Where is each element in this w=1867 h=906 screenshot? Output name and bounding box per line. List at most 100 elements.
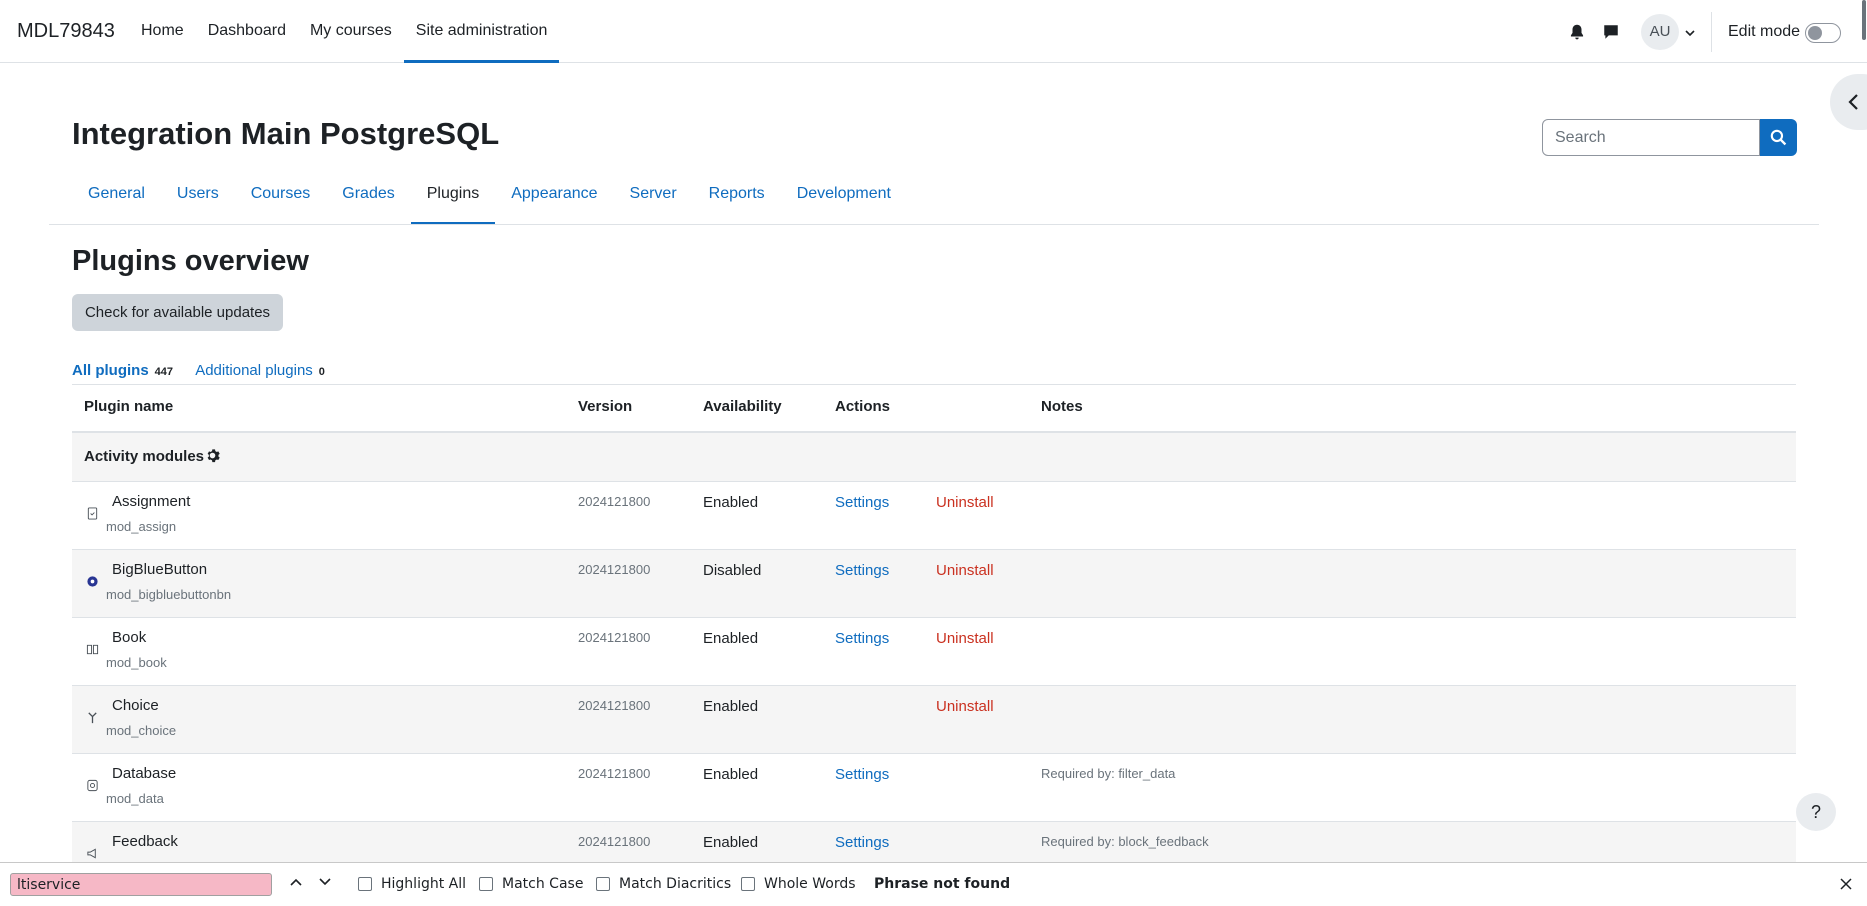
filters-divider — [72, 384, 1796, 385]
col-actions: Actions — [835, 398, 891, 415]
plugin-version: 2024121800 — [578, 630, 651, 645]
cog-icon[interactable] — [205, 448, 220, 463]
messages-chat-icon[interactable] — [1602, 23, 1620, 41]
filter-label: Additional plugins — [195, 362, 313, 379]
chevron-left-icon — [1848, 94, 1858, 110]
plugin-version: 2024121800 — [578, 698, 651, 713]
filter-all-plugins[interactable]: All plugins 447 — [72, 362, 173, 379]
table-row: Database mod_data 2024121800 Enabled Set… — [72, 754, 1796, 822]
settings-link[interactable]: Settings — [835, 834, 889, 851]
group-row-activity-modules: Activity modules — [72, 433, 1796, 482]
settings-link[interactable]: Settings — [835, 766, 889, 783]
settings-link[interactable]: Settings — [835, 630, 889, 647]
uninstall-link[interactable]: Uninstall — [936, 630, 994, 647]
site-brand[interactable]: MDL79843 — [17, 20, 115, 43]
check-updates-button[interactable]: Check for available updates — [72, 294, 283, 331]
table-row: Assignment mod_assign 2024121800 Enabled… — [72, 482, 1796, 550]
book-icon — [86, 644, 99, 655]
plugin-name: Choice — [112, 697, 159, 714]
table-header: Plugin name Version Availability Actions… — [72, 386, 1796, 433]
highlight-all-checkbox[interactable]: Highlight All — [358, 876, 466, 892]
nav-home[interactable]: Home — [129, 0, 196, 63]
nav-site-administration[interactable]: Site administration — [403, 0, 560, 63]
top-navbar: MDL79843 Home Dashboard My courses Site … — [0, 0, 1867, 63]
tab-general[interactable]: General — [72, 176, 161, 225]
search-icon — [1770, 129, 1787, 146]
plugin-availability: Enabled — [703, 834, 759, 851]
find-previous-chevron-up-icon[interactable] — [289, 875, 303, 889]
uninstall-link[interactable]: Uninstall — [936, 698, 994, 715]
toggle-knob — [1808, 26, 1822, 40]
checkbox-box[interactable] — [596, 877, 610, 891]
plugin-name: BigBlueButton — [112, 561, 208, 578]
checkbox-box[interactable] — [358, 877, 372, 891]
settings-link[interactable]: Settings — [835, 494, 889, 511]
close-icon[interactable] — [1838, 876, 1854, 892]
tab-users[interactable]: Users — [161, 176, 235, 225]
user-avatar[interactable]: AU — [1641, 14, 1679, 50]
database-icon — [87, 779, 98, 792]
plugin-notes: Required by: block_feedback — [1041, 834, 1209, 849]
navbar-divider — [1711, 12, 1712, 52]
plugin-availability: Disabled — [703, 562, 762, 579]
checkbox-label: Match Diacritics — [619, 876, 732, 892]
tab-grades[interactable]: Grades — [326, 176, 410, 225]
filter-label: All plugins — [72, 362, 149, 379]
primary-navigation: Home Dashboard My courses Site administr… — [129, 0, 560, 63]
edit-mode-label: Edit mode — [1728, 23, 1801, 40]
tab-development[interactable]: Development — [781, 176, 907, 225]
plugins-table: Plugin name Version Availability Actions… — [72, 386, 1796, 890]
page-scrollbar[interactable] — [1862, 0, 1866, 40]
admin-search-input[interactable] — [1542, 119, 1760, 156]
table-row: Choice mod_choice 2024121800 Enabled Uni… — [72, 686, 1796, 754]
col-plugin-name: Plugin name — [84, 398, 174, 415]
page-title: Integration Main PostgreSQL — [72, 116, 500, 151]
checkbox-label: Match Case — [502, 876, 584, 892]
match-diacritics-checkbox[interactable]: Match Diacritics — [596, 876, 731, 892]
notifications-bell-icon[interactable] — [1568, 23, 1586, 41]
filter-additional-plugins[interactable]: Additional plugins 0 — [195, 362, 325, 379]
match-case-checkbox[interactable]: Match Case — [479, 876, 583, 892]
settings-link[interactable]: Settings — [835, 562, 889, 579]
nav-my-courses[interactable]: My courses — [298, 0, 404, 63]
col-availability: Availability — [703, 398, 782, 415]
plugin-name: Book — [112, 629, 147, 646]
plugin-component: mod_book — [106, 655, 167, 670]
plugin-version: 2024121800 — [578, 766, 651, 781]
tab-appearance[interactable]: Appearance — [495, 176, 613, 225]
plugin-availability: Enabled — [703, 494, 759, 511]
find-status: Phrase not found — [874, 876, 1011, 892]
checkbox-box[interactable] — [741, 877, 755, 891]
plugin-version: 2024121800 — [578, 562, 651, 577]
tab-plugins[interactable]: Plugins — [410, 176, 496, 225]
assignment-icon — [87, 507, 98, 520]
filter-count: 447 — [154, 366, 174, 378]
filter-count: 0 — [318, 366, 325, 378]
checkbox-box[interactable] — [479, 877, 493, 891]
choice-icon — [88, 712, 97, 724]
plugin-component: mod_choice — [106, 723, 177, 738]
edit-mode-toggle[interactable] — [1805, 23, 1841, 43]
uninstall-link[interactable]: Uninstall — [936, 562, 994, 579]
plugin-component: mod_bigbluebuttonbn — [106, 587, 232, 602]
chevron-down-icon[interactable] — [1684, 26, 1696, 38]
plugin-version: 2024121800 — [578, 834, 651, 849]
find-next-chevron-down-icon[interactable] — [318, 875, 332, 889]
secondary-navigation: General Users Courses Grades Plugins App… — [72, 176, 907, 225]
browser-find-bar: Highlight All Match Case Match Diacritic… — [0, 862, 1867, 906]
plugins-overview-heading: Plugins overview — [72, 245, 309, 277]
uninstall-link[interactable]: Uninstall — [936, 494, 994, 511]
tab-reports[interactable]: Reports — [693, 176, 781, 225]
whole-words-checkbox[interactable]: Whole Words — [741, 876, 856, 892]
tab-courses[interactable]: Courses — [235, 176, 327, 225]
help-button[interactable]: ? — [1796, 793, 1836, 831]
find-input[interactable] — [10, 873, 272, 896]
nav-dashboard[interactable]: Dashboard — [196, 0, 298, 63]
feedback-megaphone-icon — [87, 848, 96, 859]
plugin-name: Assignment — [112, 493, 191, 510]
tab-server[interactable]: Server — [614, 176, 693, 225]
checkbox-label: Whole Words — [764, 876, 856, 892]
open-block-drawer-button[interactable] — [1830, 74, 1867, 130]
search-submit-button[interactable] — [1760, 119, 1797, 156]
secondary-nav-divider — [49, 224, 1819, 225]
